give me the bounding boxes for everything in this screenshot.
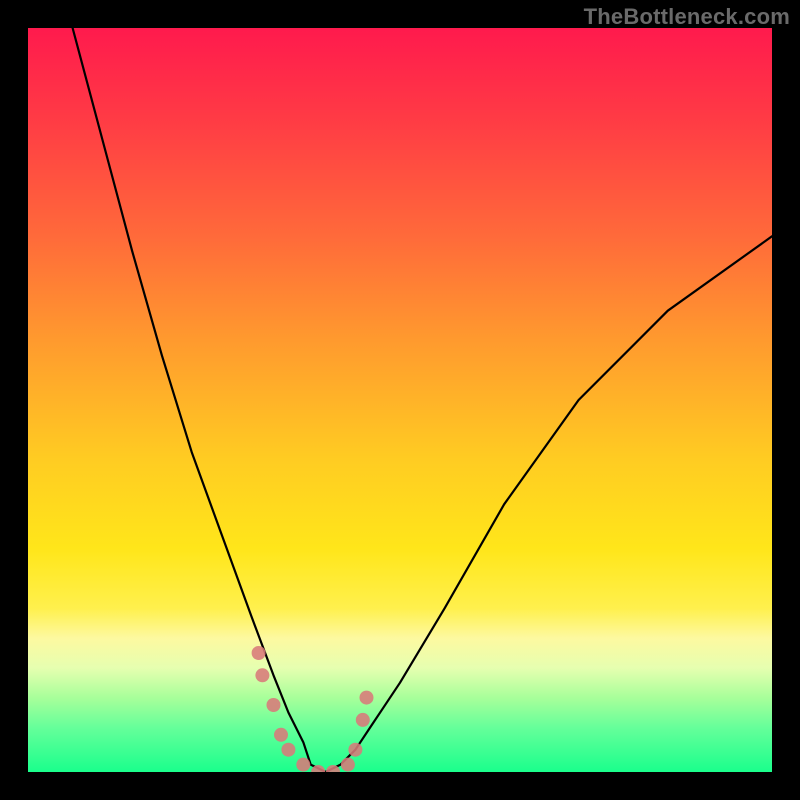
data-point xyxy=(356,713,370,727)
data-point xyxy=(281,743,295,757)
data-point xyxy=(296,758,310,772)
chart-svg xyxy=(28,28,772,772)
data-point xyxy=(360,691,374,705)
data-point xyxy=(341,758,355,772)
curve-layer xyxy=(73,28,772,772)
chart-frame: TheBottleneck.com xyxy=(0,0,800,800)
data-point xyxy=(252,646,266,660)
data-point xyxy=(274,728,288,742)
data-point xyxy=(255,668,269,682)
watermark-text: TheBottleneck.com xyxy=(584,4,790,30)
data-point xyxy=(348,743,362,757)
data-point xyxy=(267,698,281,712)
bottleneck-curve xyxy=(73,28,772,772)
plot-area xyxy=(28,28,772,772)
